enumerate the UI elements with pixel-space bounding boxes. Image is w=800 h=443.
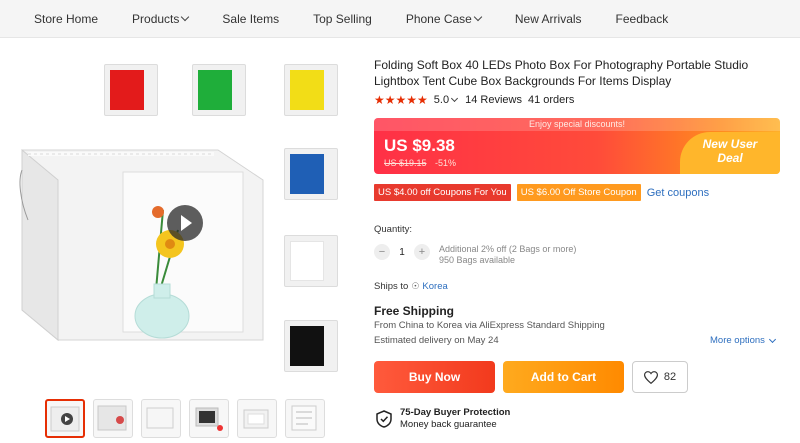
variant-backdrop xyxy=(110,70,144,110)
variant-backdrop xyxy=(290,326,324,366)
estimated-delivery: Estimated delivery on May 24 xyxy=(374,335,499,346)
original-price: US $19.15 xyxy=(384,158,427,168)
gallery-thumbnail-strip xyxy=(45,399,325,438)
new-user-deal-line2: Deal xyxy=(717,151,743,165)
ships-to-label: Ships to xyxy=(374,281,409,292)
nav-feedback[interactable]: Feedback xyxy=(616,12,669,26)
chevron-down-icon[interactable] xyxy=(451,94,459,103)
play-video-button[interactable] xyxy=(167,205,203,241)
protection-text: 75-Day Buyer Protection Money back guara… xyxy=(400,407,510,431)
nav-products[interactable]: Products xyxy=(132,11,190,26)
gallery-thumbnail[interactable] xyxy=(93,399,133,438)
more-shipping-options[interactable]: More options xyxy=(710,335,776,346)
quantity-stepper: − 1 + xyxy=(374,244,430,260)
chevron-down-icon xyxy=(473,12,483,22)
protection-subtitle: Money back guarantee xyxy=(400,419,497,430)
thumbnail-image xyxy=(50,406,80,432)
gallery-thumbnail[interactable] xyxy=(285,399,325,438)
gallery-thumbnail[interactable] xyxy=(141,399,181,438)
nav-label: Sale Items xyxy=(222,11,280,26)
thumbnail-image xyxy=(97,405,127,431)
nav-label: New Arrivals xyxy=(514,11,582,26)
thumbnail-image xyxy=(243,409,269,429)
quantity-label: Quantity: xyxy=(374,224,413,235)
store-nav-bar: Store Home Products Sale Items Top Selli… xyxy=(0,0,800,38)
location-pin-icon: ☉ xyxy=(411,281,420,291)
nav-new-arrivals[interactable]: New Arrivals xyxy=(515,12,582,26)
quantity-note: Additional 2% off (2 Bags or more) 950 B… xyxy=(439,244,576,266)
discount-banner-text: Enjoy special discounts! xyxy=(374,118,780,131)
reviews-link[interactable]: 14 Reviews xyxy=(465,94,522,106)
orders-count: 41 orders xyxy=(527,94,575,106)
wishlist-count: 82 xyxy=(663,371,677,383)
new-user-deal-line1: New User xyxy=(702,137,758,151)
nav-label: Phone Case xyxy=(405,11,472,26)
ships-to-destination[interactable]: Korea xyxy=(422,281,447,292)
rating-value: 5.0 xyxy=(433,94,450,106)
variant-backdrop xyxy=(290,241,324,281)
free-shipping-label: Free Shipping xyxy=(374,304,455,318)
nav-label: Store Home xyxy=(34,11,99,26)
shipping-route: From China to Korea via AliExpress Stand… xyxy=(374,320,605,331)
variant-backdrop xyxy=(290,154,324,194)
variant-white-thumbnail[interactable] xyxy=(278,231,344,291)
variant-backdrop xyxy=(198,70,232,110)
get-coupons-link[interactable]: Get coupons xyxy=(647,187,709,199)
add-to-cart-button[interactable]: Add to Cart xyxy=(503,361,624,393)
quantity-input[interactable]: 1 xyxy=(390,247,414,258)
stock-available: 950 Bags available xyxy=(439,255,516,265)
buyer-protection: 75-Day Buyer Protection Money back guara… xyxy=(376,407,510,431)
nav-store-home[interactable]: Store Home xyxy=(34,12,98,26)
star-rating-icon: ★★★★★ xyxy=(374,93,428,107)
chevron-down-icon xyxy=(768,335,776,343)
rating-row: ★★★★★ 5.0 14 Reviews 41 orders xyxy=(374,93,580,107)
variant-blue-thumbnail[interactable] xyxy=(278,144,344,204)
new-user-deal-badge: New User Deal xyxy=(680,132,780,174)
chevron-down-icon xyxy=(181,12,190,22)
nav-top-selling[interactable]: Top Selling xyxy=(313,12,372,26)
coupon-row: US $4.00 off Coupons For You US $6.00 Of… xyxy=(374,184,709,201)
coupon-for-you[interactable]: US $4.00 off Coupons For You xyxy=(374,184,511,201)
shield-check-icon xyxy=(376,410,392,428)
thumbnail-image xyxy=(195,407,223,431)
gallery-thumbnail[interactable] xyxy=(237,399,277,438)
variant-black-thumbnail[interactable] xyxy=(278,316,344,376)
product-title: Folding Soft Box 40 LEDs Photo Box For P… xyxy=(374,58,749,88)
bulk-discount-note: Additional 2% off (2 Bags or more) xyxy=(439,244,577,254)
variant-green-thumbnail[interactable] xyxy=(186,60,252,120)
quantity-increase-button[interactable]: + xyxy=(414,244,430,260)
buy-now-button[interactable]: Buy Now xyxy=(374,361,495,393)
current-price: US $9.38 xyxy=(384,136,455,155)
heart-icon xyxy=(643,370,658,384)
protection-title: 75-Day Buyer Protection xyxy=(400,407,511,418)
thumbnail-image xyxy=(146,407,174,429)
gallery-thumbnail[interactable] xyxy=(189,399,229,438)
gallery-thumbnail[interactable] xyxy=(45,399,85,438)
price-banner: Enjoy special discounts! US $9.38 US $19… xyxy=(374,118,780,174)
quantity-decrease-button[interactable]: − xyxy=(374,244,390,260)
variant-backdrop xyxy=(290,70,324,110)
ships-to-row: Ships to ☉ Korea xyxy=(374,281,448,292)
main-product-image[interactable] xyxy=(18,140,268,350)
wishlist-button[interactable]: 82 xyxy=(632,361,688,393)
nav-label: Products xyxy=(132,11,180,26)
variant-yellow-thumbnail[interactable] xyxy=(278,60,344,120)
nav-phone-case[interactable]: Phone Case xyxy=(405,11,483,26)
more-options-label: More options xyxy=(710,335,765,346)
store-coupon[interactable]: US $6.00 Off Store Coupon xyxy=(516,184,641,201)
thumbnail-image xyxy=(291,405,317,431)
nav-sale-items[interactable]: Sale Items xyxy=(222,12,279,26)
discount-percent: -51% xyxy=(435,158,457,168)
original-price-row: US $19.15 -51% xyxy=(384,158,456,168)
nav-label: Feedback xyxy=(615,11,669,26)
variant-red-thumbnail[interactable] xyxy=(98,60,164,120)
nav-label: Top Selling xyxy=(313,11,372,26)
